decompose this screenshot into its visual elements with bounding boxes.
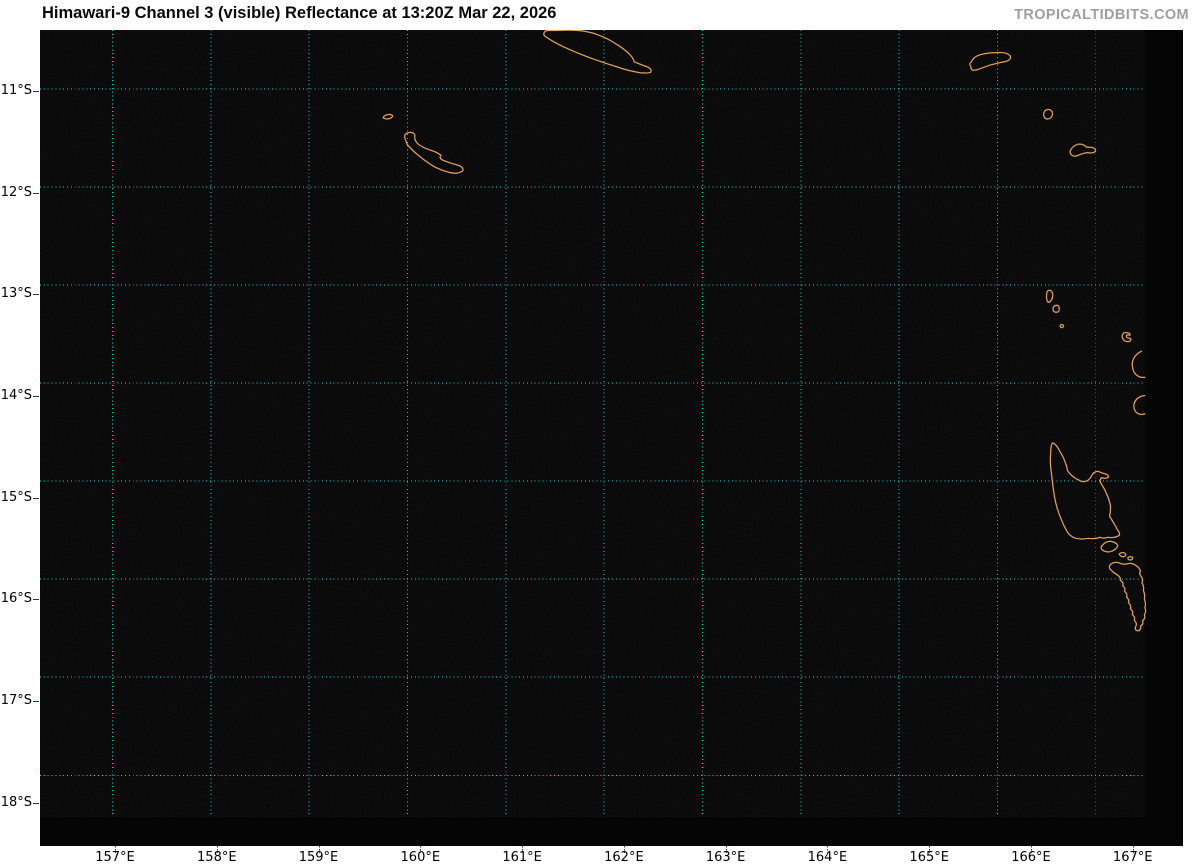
x-axis-tick (1133, 846, 1134, 853)
y-axis-tick (33, 294, 39, 295)
y-axis-label: 14°S (0, 388, 32, 404)
y-axis-tick (33, 803, 39, 804)
x-axis-tick (319, 846, 320, 853)
y-axis-label: 12°S (0, 185, 32, 201)
y-axis-label: 13°S (0, 286, 32, 302)
x-axis-tick (115, 846, 116, 853)
x-axis-tick (624, 846, 625, 853)
y-axis-tick (33, 396, 39, 397)
x-axis-tick (217, 846, 218, 853)
noise-texture (40, 30, 1144, 817)
y-axis-tick (33, 91, 39, 92)
map-canvas (40, 30, 1183, 846)
y-axis-label: 17°S (0, 693, 32, 709)
y-axis-label: 16°S (0, 591, 32, 607)
x-axis-tick (929, 846, 930, 853)
page: { "header": { "title": "Himawari-9 Chann… (0, 0, 1200, 867)
satellite-map (40, 30, 1183, 846)
page-title: Himawari-9 Channel 3 (visible) Reflectan… (42, 4, 556, 23)
x-axis-tick (726, 846, 727, 853)
y-axis-tick (33, 701, 39, 702)
x-axis-tick (420, 846, 421, 853)
x-axis-tick (522, 846, 523, 853)
y-axis-tick (33, 498, 39, 499)
y-axis-label: 18°S (0, 795, 32, 811)
y-axis-label: 11°S (0, 83, 32, 99)
watermark: TROPICALTIDBITS.COM (1014, 7, 1189, 23)
y-axis-tick (33, 599, 39, 600)
y-axis-tick (33, 193, 39, 194)
y-axis-label: 15°S (0, 490, 32, 506)
x-axis-tick (1031, 846, 1032, 853)
x-axis-tick (827, 846, 828, 853)
